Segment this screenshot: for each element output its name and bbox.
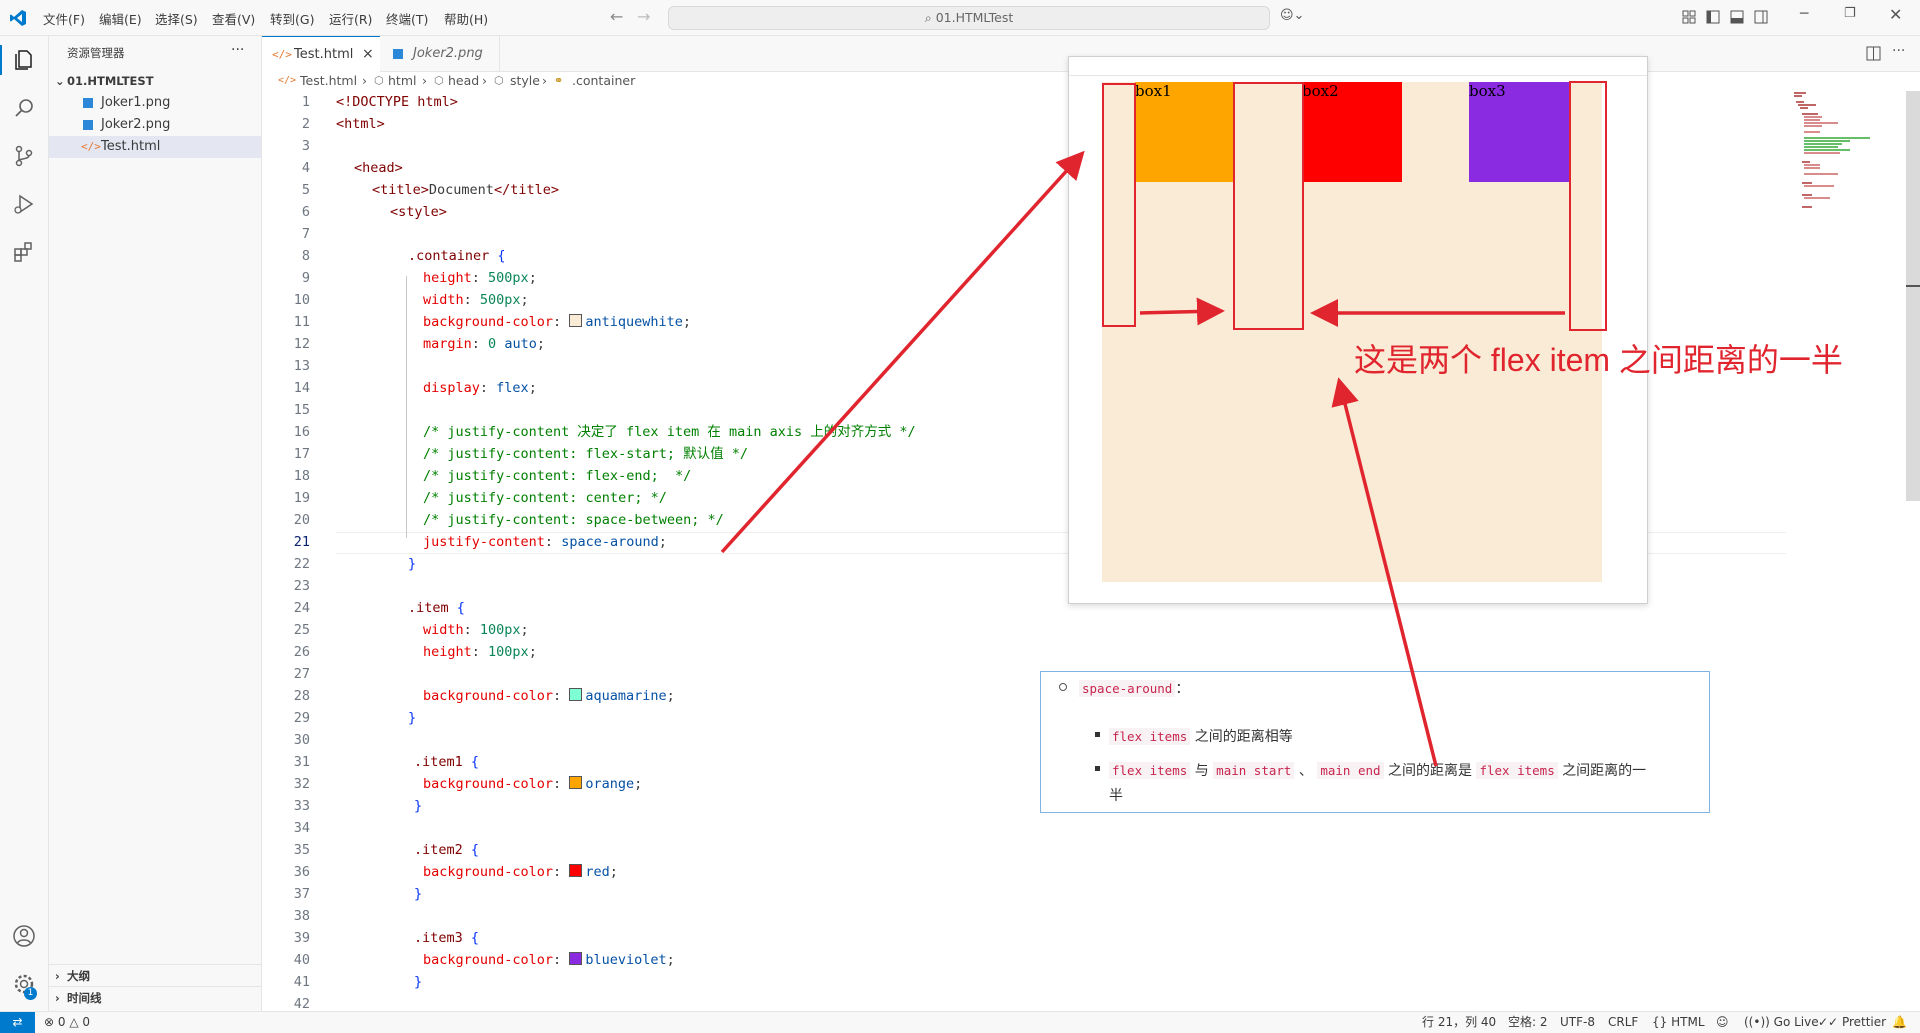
warning-icon: △ [69, 1015, 79, 1029]
annotation-arrows [720, 150, 1565, 767]
problems-indicator[interactable]: ⊗ 0 △ 0 [44, 1012, 90, 1033]
notifications-bell-icon[interactable]: 🔔 [1892, 1012, 1907, 1033]
arrow-left-gap [1139, 297, 1225, 326]
arrow-from-docs [1331, 377, 1438, 767]
braces-icon: {} [1652, 1015, 1668, 1029]
go-live-button[interactable]: ((•)) Go Live [1744, 1012, 1819, 1033]
line-ending[interactable]: CRLF [1608, 1012, 1638, 1033]
indentation[interactable]: 空格: 2 [1508, 1012, 1548, 1033]
copilot-status-icon[interactable]: ☺ [1716, 1012, 1729, 1033]
status-bar: ⇄ ⊗ 0 △ 0 行 21，列 40 空格: 2 UTF-8 CRLF {} … [0, 1011, 1920, 1033]
annotation-text: 这是两个 flex item 之间距离的一半 [1354, 342, 1843, 378]
error-icon: ⊗ [44, 1015, 55, 1029]
prettier-button[interactable]: ✓✓ Prettier [1818, 1012, 1886, 1033]
arrow-to-preview [720, 150, 1085, 554]
cursor-position[interactable]: 行 21，列 40 [1422, 1012, 1496, 1033]
broadcast-icon: ((•)) [1744, 1015, 1770, 1029]
check-icon: ✓✓ [1818, 1015, 1839, 1029]
language-mode[interactable]: {} HTML [1652, 1012, 1705, 1033]
remote-indicator-icon[interactable]: ⇄ [0, 1012, 35, 1033]
encoding[interactable]: UTF-8 [1560, 1012, 1595, 1033]
